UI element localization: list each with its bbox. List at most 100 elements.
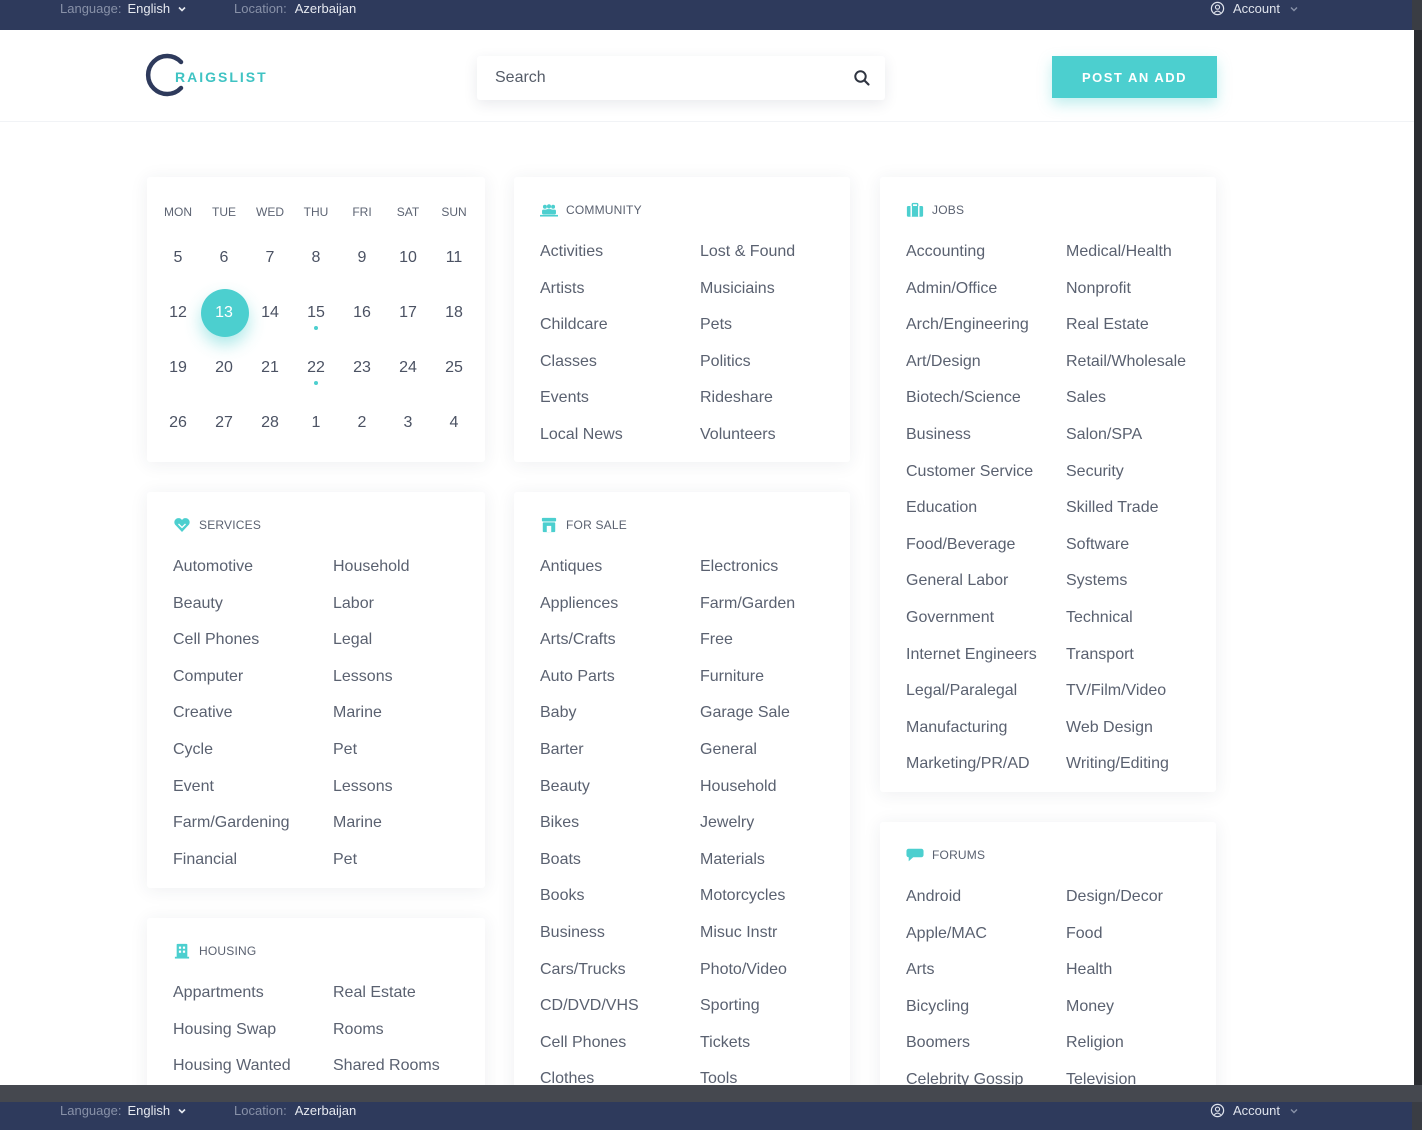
calendar-day[interactable]: 10 <box>385 249 431 304</box>
category-link[interactable]: Pet <box>333 741 485 778</box>
category-link[interactable]: Software <box>1066 536 1216 573</box>
category-link[interactable]: Activities <box>540 243 700 280</box>
category-link[interactable]: Financial <box>173 851 333 888</box>
category-link[interactable]: Biotech/Science <box>906 389 1066 426</box>
category-link[interactable]: Art/Design <box>906 353 1066 390</box>
category-link[interactable]: Salon/SPA <box>1066 426 1216 463</box>
category-link[interactable]: Web Design <box>1066 719 1216 756</box>
calendar-day[interactable]: 24 <box>385 359 431 414</box>
category-link[interactable]: Writing/Editing <box>1066 755 1216 792</box>
category-link[interactable]: Labor <box>333 595 485 632</box>
category-link[interactable]: Transport <box>1066 646 1216 683</box>
category-link[interactable]: Sporting <box>700 997 850 1034</box>
post-ad-button[interactable]: POST AN ADD <box>1052 56 1217 98</box>
category-link[interactable]: Pet <box>333 851 485 888</box>
category-link[interactable]: Food <box>1066 925 1216 962</box>
category-link[interactable]: Event <box>173 778 333 815</box>
category-link[interactable]: Health <box>1066 961 1216 998</box>
category-link[interactable]: Security <box>1066 463 1216 500</box>
category-link[interactable]: Clothes <box>540 1070 700 1085</box>
category-link[interactable]: Money <box>1066 998 1216 1035</box>
category-link[interactable]: General Labor <box>906 572 1066 609</box>
calendar-day[interactable]: 5 <box>155 249 201 304</box>
category-link[interactable]: Artists <box>540 280 700 317</box>
category-link[interactable]: Android <box>906 888 1066 925</box>
calendar-day[interactable]: 16 <box>339 304 385 359</box>
category-link[interactable]: Volunteers <box>700 426 850 462</box>
calendar-day[interactable]: 4 <box>431 414 477 462</box>
category-link[interactable]: Manufacturing <box>906 719 1066 756</box>
category-link[interactable]: Creative <box>173 704 333 741</box>
calendar-day[interactable]: 25 <box>431 359 477 414</box>
category-link[interactable]: CD/DVD/VHS <box>540 997 700 1034</box>
category-link[interactable]: Materials <box>700 851 850 888</box>
category-link[interactable]: Design/Decor <box>1066 888 1216 925</box>
category-link[interactable]: Farm/Garden <box>700 595 850 632</box>
calendar-day[interactable]: 11 <box>431 249 477 304</box>
category-link[interactable]: Appartments <box>173 984 333 1021</box>
for-sale-header[interactable]: FOR SALE <box>540 517 627 533</box>
category-link[interactable]: Business <box>540 924 700 961</box>
category-link[interactable]: Events <box>540 389 700 426</box>
category-link[interactable]: Television <box>1066 1071 1216 1085</box>
category-link[interactable]: Lost & Found <box>700 243 850 280</box>
category-link[interactable]: Computer <box>173 668 333 705</box>
calendar-day[interactable]: 14 <box>247 304 293 359</box>
category-link[interactable]: Marine <box>333 704 485 741</box>
category-link[interactable]: Boomers <box>906 1034 1066 1071</box>
category-link[interactable]: Celebrity Gossip <box>906 1071 1066 1085</box>
account-menu[interactable]: Account <box>1210 1103 1300 1118</box>
category-link[interactable]: Sales <box>1066 389 1216 426</box>
category-link[interactable]: Technical <box>1066 609 1216 646</box>
category-link[interactable]: Arch/Engineering <box>906 316 1066 353</box>
category-link[interactable]: Rideshare <box>700 389 850 426</box>
category-link[interactable]: Legal <box>333 631 485 668</box>
category-link[interactable]: Education <box>906 499 1066 536</box>
location-selector[interactable]: Location: Azerbaijan <box>234 1 356 16</box>
category-link[interactable]: Legal/Paralegal <box>906 682 1066 719</box>
category-link[interactable]: Retail/Wholesale <box>1066 353 1216 390</box>
calendar-day-selected[interactable]: 13 <box>201 289 249 359</box>
category-link[interactable]: Childcare <box>540 316 700 353</box>
location-selector[interactable]: Location: Azerbaijan <box>234 1103 356 1118</box>
category-link[interactable]: Garage Sale <box>700 704 850 741</box>
calendar-day[interactable]: 9 <box>339 249 385 304</box>
category-link[interactable]: Religion <box>1066 1034 1216 1071</box>
jobs-header[interactable]: JOBS <box>906 202 964 218</box>
category-link[interactable]: Farm/Gardening <box>173 814 333 851</box>
category-link[interactable]: Electronics <box>700 558 850 595</box>
calendar-day[interactable]: 28 <box>247 414 293 462</box>
category-link[interactable]: Household <box>700 778 850 815</box>
category-link[interactable]: Cars/Trucks <box>540 961 700 998</box>
category-link[interactable]: Admin/Office <box>906 280 1066 317</box>
calendar-day[interactable]: 2 <box>339 414 385 462</box>
category-link[interactable]: Jewelry <box>700 814 850 851</box>
category-link[interactable]: Business <box>906 426 1066 463</box>
category-link[interactable]: Accounting <box>906 243 1066 280</box>
category-link[interactable]: Tools <box>700 1070 850 1085</box>
category-link[interactable]: Photo/Video <box>700 961 850 998</box>
calendar-day[interactable]: 1 <box>293 414 339 462</box>
category-link[interactable]: Cycle <box>173 741 333 778</box>
category-link[interactable]: Customer Service <box>906 463 1066 500</box>
category-link[interactable]: Lessons <box>333 668 485 705</box>
search-input[interactable] <box>477 69 837 87</box>
calendar-day[interactable]: 8 <box>293 249 339 304</box>
category-link[interactable]: Barter <box>540 741 700 778</box>
calendar-day[interactable]: 17 <box>385 304 431 359</box>
category-link[interactable]: Books <box>540 887 700 924</box>
category-link[interactable]: Local News <box>540 426 700 462</box>
category-link[interactable]: Politics <box>700 353 850 390</box>
category-link[interactable]: Bicycling <box>906 998 1066 1035</box>
category-link[interactable]: Boats <box>540 851 700 888</box>
category-link[interactable]: Rooms <box>333 1021 485 1058</box>
forums-header[interactable]: FORUMS <box>906 847 985 863</box>
category-link[interactable]: Appliences <box>540 595 700 632</box>
category-link[interactable]: Shared Rooms <box>333 1057 485 1085</box>
calendar-day[interactable]: 12 <box>155 304 201 359</box>
category-link[interactable]: Housing Wanted <box>173 1057 333 1085</box>
language-selector[interactable]: Language: English <box>60 1103 188 1118</box>
services-header[interactable]: SERVICES <box>173 517 261 533</box>
category-link[interactable]: Pets <box>700 316 850 353</box>
category-link[interactable]: Apple/MAC <box>906 925 1066 962</box>
